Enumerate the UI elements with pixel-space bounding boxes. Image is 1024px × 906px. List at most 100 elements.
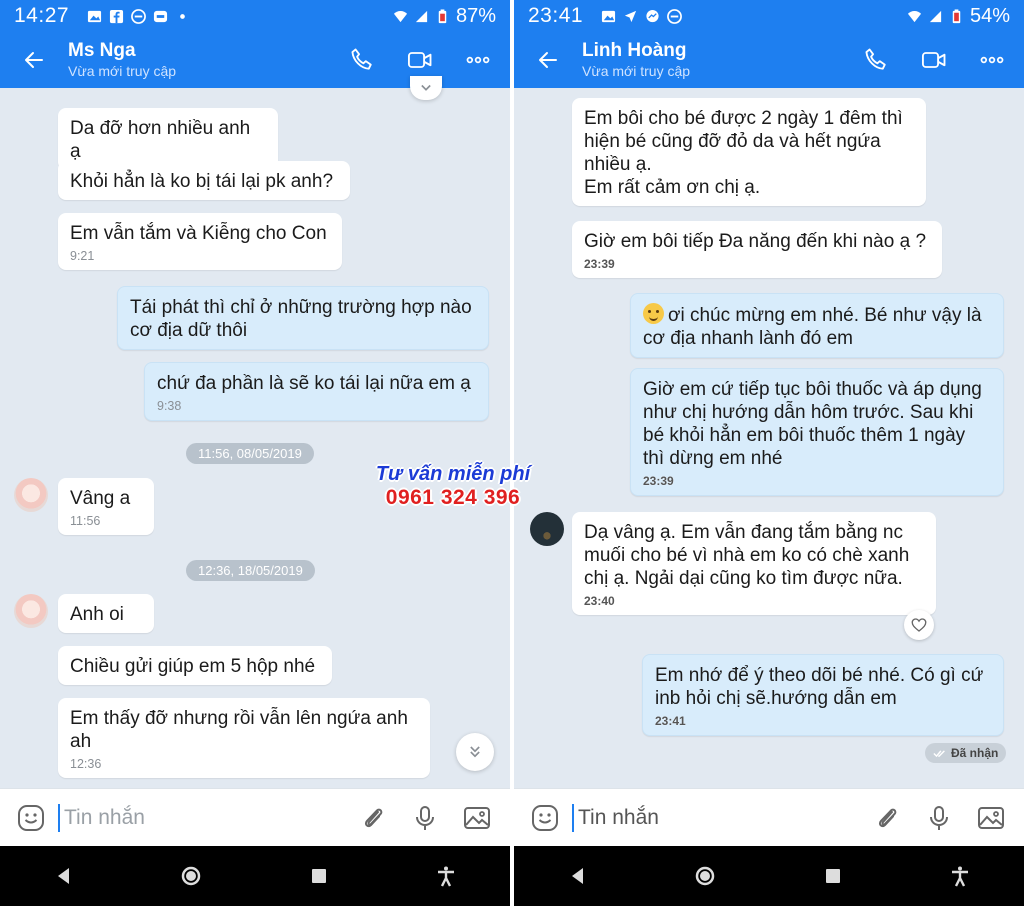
incoming-message[interactable]: Em vẫn tắm và Kiễng cho Con 9:21 [58,213,342,270]
message-time: 12:36 [70,757,102,771]
triangle-back-icon [571,868,583,884]
contact-info[interactable]: Linh Hoàng Vừa mới truy cập [582,40,690,80]
scroll-up-button[interactable] [410,76,442,100]
more-options-button[interactable] [972,40,1012,80]
status-bar: 14:27 87% [0,0,510,32]
incoming-message[interactable]: Khỏi hẳn là ko bị tái lại pk anh? [58,161,350,200]
video-call-button[interactable] [914,40,954,80]
outgoing-message[interactable]: Em nhớ để ý theo dõi bé nhé. Có gì cứ in… [642,654,1004,736]
nav-recents-button[interactable] [299,856,339,896]
messenger-icon [645,9,660,24]
incoming-message[interactable]: Dạ vâng ạ. Em vẫn đang tắm bằng nc muối … [572,512,936,615]
message-text: Vâng a [70,488,131,509]
emoji-button[interactable] [528,801,562,835]
nav-back-button[interactable] [44,856,84,896]
send-image-button[interactable] [460,801,494,835]
status-right: 54% [907,5,1010,28]
contact-name: Linh Hoàng [582,40,687,61]
notification-icons [87,8,190,24]
screenshot-stage: 14:27 87% Ms Nga Vừa mới truy cập Da đỡ … [0,0,1024,906]
accessibility-icon [438,866,455,887]
double-chevron-down-icon [470,746,480,758]
arrow-left-icon [539,52,557,68]
message-text: Em vẫn tắm và Kiễng cho Con [70,223,327,244]
outgoing-message[interactable]: chứ đa phần là sẽ ko tái lại nữa em ạ 9:… [144,362,489,421]
message-text: Em nhớ để ý theo dõi bé nhé. Có gì cứ in… [655,665,984,709]
video-call-button[interactable] [400,40,440,80]
delivery-status-label: Đã nhận [951,746,999,760]
messenger-icon [131,8,146,24]
attach-file-button[interactable] [870,801,904,835]
emoji-button[interactable] [14,801,48,835]
voice-call-button[interactable] [856,40,896,80]
paperclip-icon [364,808,383,827]
battery-percent: 87% [455,4,496,27]
system-nav-bar [0,846,510,906]
back-button[interactable] [14,40,54,80]
message-time: 23:41 [655,714,686,728]
last-seen-status: Vừa mới truy cập [68,63,177,79]
smiley-icon [18,804,44,831]
incoming-message[interactable]: Em bôi cho bé được 2 ngày 1 đêm thì hiện… [572,98,926,206]
voice-record-button[interactable] [408,801,442,835]
contact-avatar[interactable] [14,478,48,512]
outgoing-message[interactable]: Tái phát thì chỉ ở những trường hợp nào … [117,286,489,350]
promo-headline: Tư vấn miễn phí [375,463,531,485]
back-button[interactable] [528,40,568,80]
nav-home-button[interactable] [685,856,725,896]
phone-icon [351,48,372,70]
microphone-icon [416,805,434,830]
smiley-icon [532,804,558,831]
incoming-message[interactable]: Giờ em bôi tiếp Đa năng đến khi nào ạ ? … [572,221,942,278]
image-icon [87,9,102,24]
message-text: Chiều gửi giúp em 5 hộp nhé [70,656,316,677]
nav-recents-button[interactable] [813,856,853,896]
triangle-back-icon [57,868,69,884]
nav-back-button[interactable] [558,856,598,896]
message-list[interactable]: Em bôi cho bé được 2 ngày 1 đêm thì hiện… [514,88,1024,788]
promo-phone-number: 0961 324 396 [385,486,521,509]
message-text: ơi chúc mừng em nhé. Bé như vậy là cơ đị… [643,303,991,350]
contact-info[interactable]: Ms Nga Vừa mới truy cập [68,40,176,80]
incoming-message[interactable]: Anh oi [58,594,154,633]
message-text: Em bôi cho bé được 2 ngày 1 đêm thì hiện… [584,108,903,198]
outgoing-message[interactable]: ơi chúc mừng em nhé. Bé như vậy là cơ đị… [630,293,1004,358]
accessibility-button[interactable] [940,856,980,896]
voice-record-button[interactable] [922,801,956,835]
message-input[interactable]: Tin nhắn [58,803,356,832]
accessibility-icon [952,866,969,887]
signal-icon [414,9,429,24]
incoming-message[interactable]: Vâng a 11:56 [58,478,154,535]
scroll-to-bottom-button[interactable] [456,733,494,771]
message-time: 23:40 [584,594,615,608]
promo-watermark: Tư vấn miễn phí 0961 324 396 [366,462,540,512]
right-phone-screen: 23:41 54% Linh Hoàng Vừa mới truy cập Em… [514,0,1024,906]
paperclip-icon [878,808,897,827]
circle-notification-icon [667,8,682,24]
image-icon [601,9,616,24]
contact-avatar[interactable] [530,512,564,546]
nav-home-button[interactable] [171,856,211,896]
send-image-button[interactable] [974,801,1008,835]
wifi-icon [393,9,408,24]
message-time: 9:21 [70,249,95,263]
voice-call-button[interactable] [342,40,382,80]
incoming-message[interactable]: Chiều gửi giúp em 5 hộp nhé [58,646,332,685]
incoming-message[interactable]: Em thấy đỡ nhưng rồi vẫn lên ngứa anh ah… [58,698,430,778]
image-gallery-icon [464,806,490,829]
message-input[interactable]: Tin nhắn [572,803,870,832]
message-time: 23:39 [643,474,674,488]
chevron-down-icon [421,84,431,91]
contact-avatar[interactable] [14,594,48,628]
contact-name: Ms Nga [68,40,136,61]
image-gallery-icon [978,806,1004,829]
battery-icon [949,8,964,24]
message-list[interactable]: Da đỡ hơn nhiều anh ạ Khỏi hẳn là ko bị … [0,76,510,788]
chat-header: Linh Hoàng Vừa mới truy cập [514,32,1024,88]
ellipsis-icon [466,56,490,64]
accessibility-button[interactable] [426,856,466,896]
attach-file-button[interactable] [356,801,390,835]
more-options-button[interactable] [458,40,498,80]
outgoing-message[interactable]: Giờ em cứ tiếp tục bôi thuốc và áp dụng … [630,368,1004,496]
react-heart-button[interactable] [904,610,934,640]
